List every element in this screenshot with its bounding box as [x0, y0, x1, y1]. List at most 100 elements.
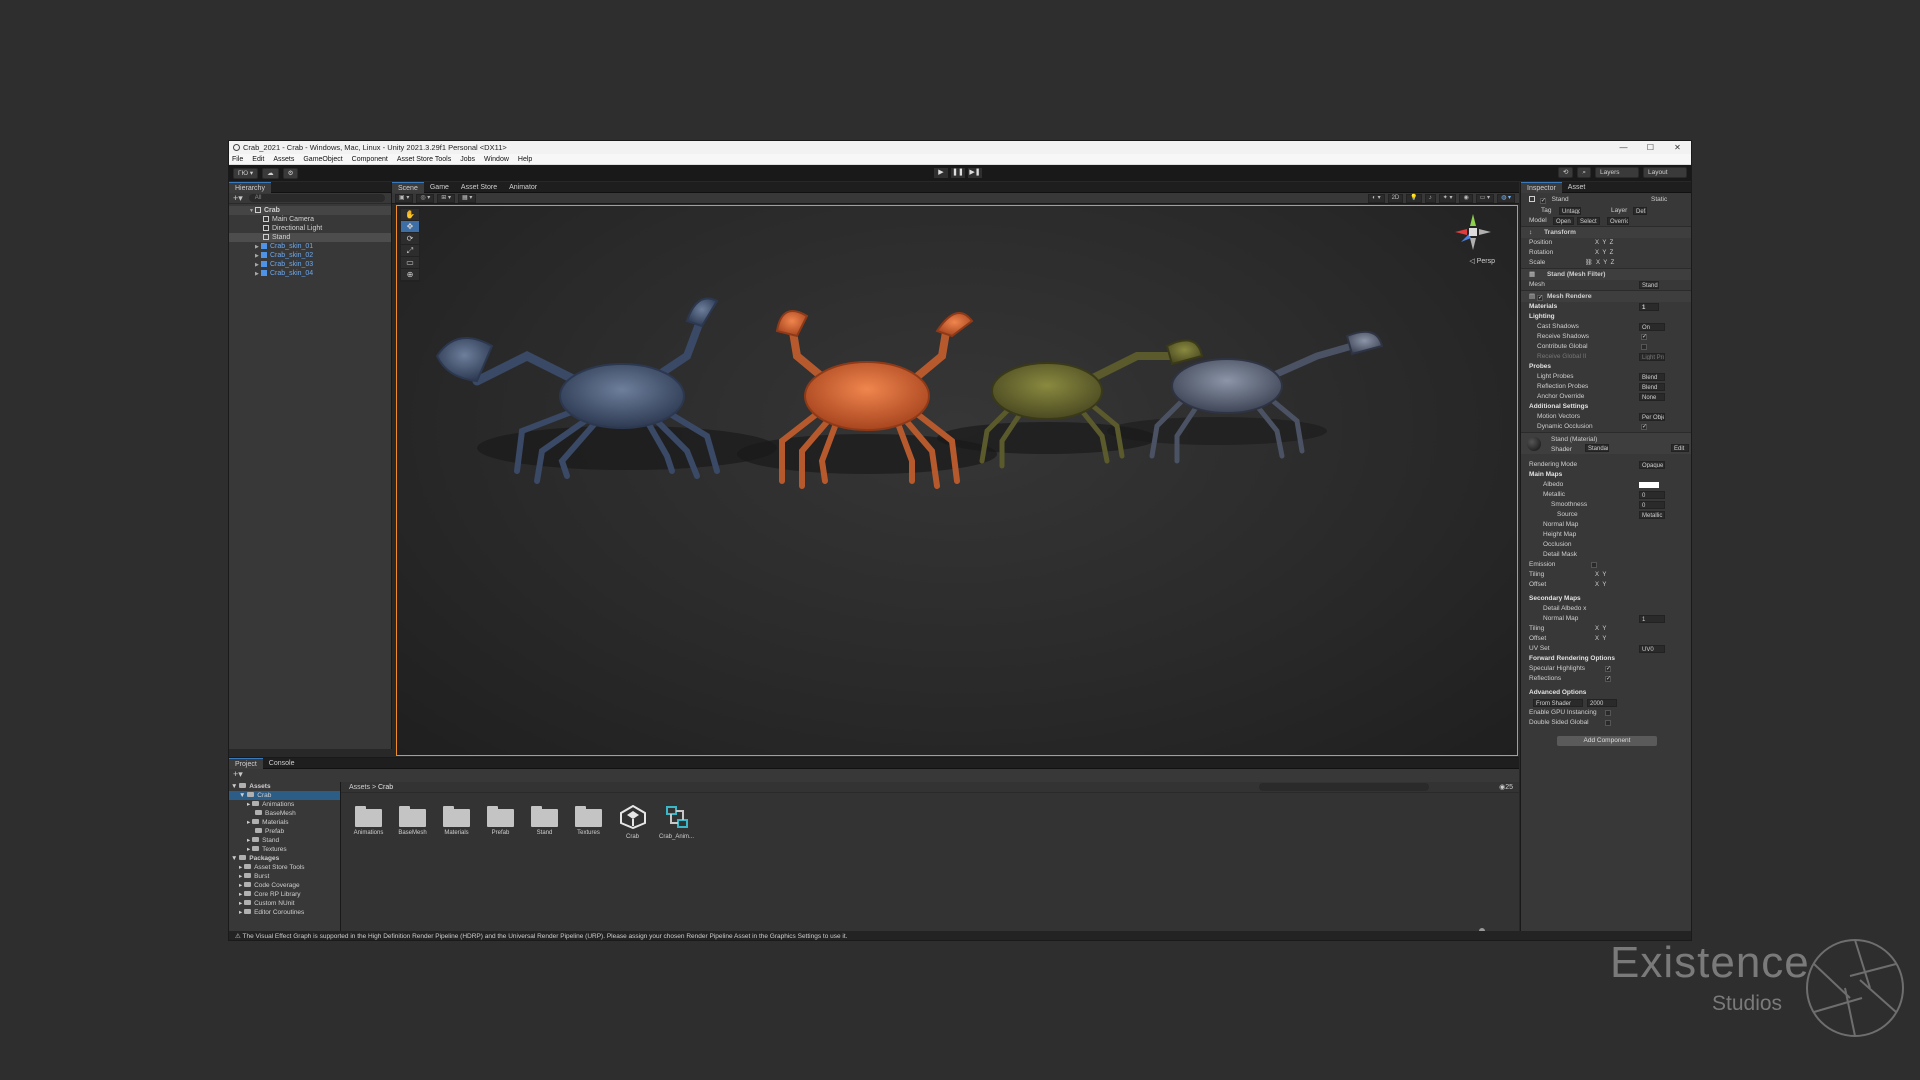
scene-viewport[interactable]: ✋ ✥ ⟳ ⤢ ▭ ⊕ ◁ Persp: [396, 205, 1518, 756]
shader-edit-button[interactable]: Edit: [1671, 444, 1689, 452]
tree-item-assets[interactable]: ▼ Assets: [229, 782, 340, 791]
project-search-input[interactable]: [1259, 783, 1429, 791]
add-icon[interactable]: +▾: [233, 193, 243, 204]
menu-jobs[interactable]: Jobs: [460, 156, 475, 163]
asset-scene-crab[interactable]: Crab: [611, 804, 654, 840]
asset-folder-materials[interactable]: Materials: [435, 805, 478, 840]
reflections-checkbox[interactable]: ✓: [1605, 676, 1611, 682]
detail-mask-label[interactable]: Detail Mask: [1543, 551, 1577, 558]
materials-count[interactable]: 1: [1639, 303, 1659, 311]
hierarchy-item-crab-skin-04[interactable]: ▶ Crab_skin_04: [229, 269, 391, 278]
mesh-field[interactable]: Stand: [1639, 281, 1659, 289]
effects-dropdown[interactable]: ✦ ▾: [1438, 193, 1457, 203]
tag-dropdown[interactable]: Untagged: [1559, 207, 1581, 215]
height-map-label[interactable]: Height Map: [1543, 531, 1576, 538]
smoothness-field[interactable]: 0: [1639, 501, 1665, 509]
receive-shadows-checkbox[interactable]: ✓: [1641, 334, 1647, 340]
offset-fields[interactable]: X Y: [1595, 580, 1606, 590]
layer-dropdown[interactable]: Default: [1633, 207, 1647, 215]
menu-gameobject[interactable]: GameObject: [303, 156, 342, 163]
uv-set-dropdown[interactable]: UV0: [1639, 645, 1665, 653]
additional-settings-foldout[interactable]: Additional Settings: [1529, 403, 1588, 410]
pause-button[interactable]: ❚❚: [951, 168, 965, 178]
tab-animator[interactable]: Animator: [503, 182, 543, 193]
mesh-renderer-checkbox[interactable]: ✓: [1536, 295, 1543, 301]
normal-map-label[interactable]: Normal Map: [1543, 521, 1578, 528]
draw-mode-dropdown[interactable]: ▣ ▾: [395, 193, 414, 203]
source-dropdown[interactable]: Metallic: [1639, 511, 1665, 519]
probes-foldout[interactable]: Probes: [1529, 363, 1551, 370]
mode-2d-toggle[interactable]: 2D: [1387, 193, 1404, 203]
reflection-probes-dropdown[interactable]: Blend: [1639, 383, 1665, 391]
model-open-button[interactable]: Open: [1553, 217, 1574, 225]
asset-folder-textures[interactable]: Textures: [567, 805, 610, 840]
render-queue-field[interactable]: 2000: [1587, 699, 1617, 707]
grid-dropdown[interactable]: ▦ ▾: [458, 193, 477, 203]
close-button[interactable]: ✕: [1664, 141, 1691, 154]
tab-game[interactable]: Game: [424, 182, 455, 193]
rotation-fields[interactable]: X Y Z: [1595, 248, 1613, 258]
hierarchy-search-input[interactable]: All: [248, 194, 385, 202]
tree-item-custom-nunit[interactable]: ▸ Custom NUnit: [229, 899, 340, 908]
maximize-button[interactable]: ☐: [1637, 141, 1664, 154]
motion-vectors-dropdown[interactable]: Per Object: [1639, 413, 1665, 421]
asset-folder-prefab[interactable]: Prefab: [479, 805, 522, 840]
snap-dropdown[interactable]: ⊞ ▾: [437, 193, 455, 203]
contribute-global-checkbox[interactable]: [1641, 344, 1647, 350]
component-transform[interactable]: ↕ Transform: [1521, 226, 1691, 238]
hierarchy-item-crab-skin-03[interactable]: ▶ Crab_skin_03: [229, 260, 391, 269]
emission-checkbox[interactable]: [1591, 562, 1597, 568]
step-button[interactable]: ▶❚: [968, 168, 982, 178]
tab-asset-store[interactable]: Asset Store: [455, 182, 503, 193]
receive-global-dropdown[interactable]: Light Probes: [1639, 353, 1665, 361]
tree-item-prefab[interactable]: Prefab: [229, 827, 340, 836]
account-dropdown[interactable]: ГЮ ▾: [233, 167, 259, 179]
normal-map2-label[interactable]: Normal Map: [1543, 615, 1578, 622]
history-icon[interactable]: ⟲: [1557, 167, 1574, 178]
shader-dropdown[interactable]: Standard: [1585, 444, 1609, 452]
tab-hierarchy[interactable]: Hierarchy: [229, 181, 271, 193]
shading-dropdown[interactable]: ◐ ▾: [1368, 193, 1385, 203]
gpu-instancing-checkbox[interactable]: [1605, 710, 1611, 716]
position-fields[interactable]: X Y Z: [1595, 238, 1613, 248]
status-bar[interactable]: ⚠ The Visual Effect Graph is supported i…: [229, 931, 1691, 940]
hierarchy-item-directional-light[interactable]: Directional Light: [229, 224, 391, 233]
asset-animator-crab[interactable]: Crab_Anim...: [655, 805, 698, 840]
object-name-field[interactable]: Stand: [1552, 196, 1569, 203]
tab-console[interactable]: Console: [263, 758, 301, 769]
menu-file[interactable]: File: [232, 156, 243, 163]
project-add-icon[interactable]: +▾: [229, 769, 1519, 780]
menu-component[interactable]: Component: [352, 156, 388, 163]
tree-item-code-coverage[interactable]: ▸ Code Coverage: [229, 881, 340, 890]
tree-item-textures[interactable]: ▸ Textures: [229, 845, 340, 854]
hierarchy-item-main-camera[interactable]: Main Camera: [229, 215, 391, 224]
hierarchy-item-stand[interactable]: Stand: [229, 233, 391, 242]
menu-asset-store-tools[interactable]: Asset Store Tools: [397, 156, 451, 163]
model-select-button[interactable]: Select: [1577, 217, 1600, 225]
rendering-mode-dropdown[interactable]: Opaque: [1639, 461, 1665, 469]
minimize-button[interactable]: —: [1610, 141, 1637, 154]
play-button[interactable]: ▶: [934, 168, 948, 178]
menu-assets[interactable]: Assets: [273, 156, 294, 163]
menu-help[interactable]: Help: [518, 156, 532, 163]
tab-scene[interactable]: Scene: [392, 181, 424, 193]
menu-window[interactable]: Window: [484, 156, 509, 163]
hierarchy-item-crab[interactable]: ▼ Crab: [229, 206, 391, 215]
offset2-fields[interactable]: X Y: [1595, 634, 1606, 644]
tab-inspector[interactable]: Inspector: [1521, 181, 1562, 193]
lighting-toggle-icon[interactable]: 💡: [1406, 193, 1422, 203]
tiling-fields[interactable]: X Y: [1595, 570, 1606, 580]
tree-item-stand[interactable]: ▸ Stand: [229, 836, 340, 845]
hierarchy-item-crab-skin-02[interactable]: ▶ Crab_skin_02: [229, 251, 391, 260]
component-mesh-filter[interactable]: ▦ Stand (Mesh Filter): [1521, 268, 1691, 280]
normal-map2-field[interactable]: 1: [1639, 615, 1665, 623]
tab-project[interactable]: Project: [229, 757, 263, 769]
material-header[interactable]: Stand (Material) Shader Standard Edit: [1521, 432, 1691, 454]
hidden-objects-icon[interactable]: ◉: [1459, 193, 1473, 203]
tree-item-materials[interactable]: ▸ Materials: [229, 818, 340, 827]
cloud-icon[interactable]: ☁: [262, 167, 279, 179]
add-component-button[interactable]: Add Component: [1557, 736, 1657, 746]
pivot-dropdown[interactable]: ◎ ▾: [416, 193, 435, 203]
gizmos-dropdown[interactable]: ◍ ▾: [1497, 193, 1515, 203]
detail-albedo-label[interactable]: Detail Albedo x: [1543, 605, 1586, 612]
